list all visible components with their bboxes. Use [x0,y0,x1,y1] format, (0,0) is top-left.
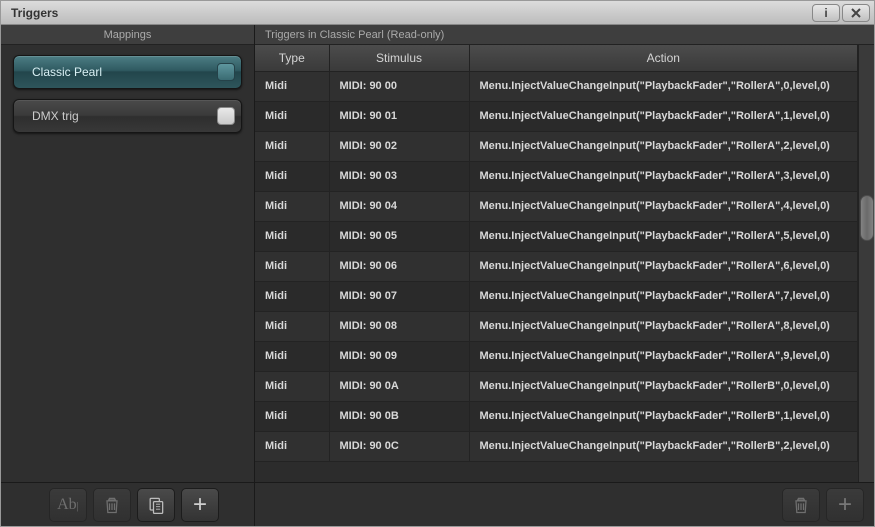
cell-type: Midi [255,371,329,401]
col-action[interactable]: Action [469,45,858,71]
cell-action: Menu.InjectValueChangeInput("PlaybackFad… [469,131,858,161]
table-row[interactable]: MidiMIDI: 90 01Menu.InjectValueChangeInp… [255,101,858,131]
cell-stimulus: MIDI: 90 0C [329,431,469,461]
copy-mapping-button[interactable] [137,488,175,522]
cell-type: Midi [255,161,329,191]
cell-stimulus: MIDI: 90 04 [329,191,469,221]
copy-icon [146,495,166,515]
mappings-header: Mappings [1,25,254,45]
scrollbar-thumb[interactable] [860,195,874,241]
table-row[interactable]: MidiMIDI: 90 06Menu.InjectValueChangeInp… [255,251,858,281]
cell-action: Menu.InjectValueChangeInput("PlaybackFad… [469,161,858,191]
titlebar: Triggers i [1,1,874,25]
cell-type: Midi [255,71,329,101]
cell-action: Menu.InjectValueChangeInput("PlaybackFad… [469,101,858,131]
mapping-item-classic-pearl[interactable]: Classic Pearl [13,55,242,89]
cell-type: Midi [255,191,329,221]
cell-stimulus: MIDI: 90 05 [329,221,469,251]
cell-stimulus: MIDI: 90 02 [329,131,469,161]
table-row[interactable]: MidiMIDI: 90 03Menu.InjectValueChangeInp… [255,161,858,191]
cell-stimulus: MIDI: 90 06 [329,251,469,281]
mapping-chip [217,63,235,81]
cell-action: Menu.InjectValueChangeInput("PlaybackFad… [469,221,858,251]
close-icon [850,7,862,19]
window-title: Triggers [11,6,58,20]
triggers-header: Triggers in Classic Pearl (Read-only) [255,25,874,45]
table-row[interactable]: MidiMIDI: 90 00Menu.InjectValueChangeInp… [255,71,858,101]
delete-mapping-button[interactable] [93,488,131,522]
col-stimulus[interactable]: Stimulus [329,45,469,71]
mapping-label: DMX trig [32,109,79,123]
cell-action: Menu.InjectValueChangeInput("PlaybackFad… [469,281,858,311]
delete-trigger-button[interactable] [782,488,820,522]
table-header-row: Type Stimulus Action [255,45,858,71]
table-row[interactable]: MidiMIDI: 90 02Menu.InjectValueChangeInp… [255,131,858,161]
table-row[interactable]: MidiMIDI: 90 0BMenu.InjectValueChangeInp… [255,401,858,431]
cell-stimulus: MIDI: 90 09 [329,341,469,371]
info-icon: i [824,6,827,20]
cell-type: Midi [255,341,329,371]
cell-type: Midi [255,431,329,461]
cell-stimulus: MIDI: 90 08 [329,311,469,341]
mappings-panel: Mappings Classic Pearl DMX trig Ab| [1,25,255,526]
cell-stimulus: MIDI: 90 07 [329,281,469,311]
cell-action: Menu.InjectValueChangeInput("PlaybackFad… [469,191,858,221]
table-row[interactable]: MidiMIDI: 90 05Menu.InjectValueChangeInp… [255,221,858,251]
mapping-item-dmx-trig[interactable]: DMX trig [13,99,242,133]
triggers-table: Type Stimulus Action MidiMIDI: 90 00Menu… [255,45,858,482]
trash-icon [102,495,122,515]
mappings-toolbar: Ab| + [1,482,254,526]
table-row[interactable]: MidiMIDI: 90 0AMenu.InjectValueChangeInp… [255,371,858,401]
cell-stimulus: MIDI: 90 00 [329,71,469,101]
mappings-list: Classic Pearl DMX trig [1,45,254,482]
table-row[interactable]: MidiMIDI: 90 04Menu.InjectValueChangeInp… [255,191,858,221]
cell-stimulus: MIDI: 90 03 [329,161,469,191]
table-row[interactable]: MidiMIDI: 90 08Menu.InjectValueChangeInp… [255,311,858,341]
plus-icon: + [193,493,207,517]
cell-stimulus: MIDI: 90 0B [329,401,469,431]
cell-stimulus: MIDI: 90 0A [329,371,469,401]
cell-action: Menu.InjectValueChangeInput("PlaybackFad… [469,71,858,101]
cell-type: Midi [255,221,329,251]
cell-type: Midi [255,251,329,281]
add-mapping-button[interactable]: + [181,488,219,522]
table-row[interactable]: MidiMIDI: 90 07Menu.InjectValueChangeInp… [255,281,858,311]
cell-type: Midi [255,281,329,311]
cell-action: Menu.InjectValueChangeInput("PlaybackFad… [469,431,858,461]
cell-stimulus: MIDI: 90 01 [329,101,469,131]
table-row[interactable]: MidiMIDI: 90 0CMenu.InjectValueChangeInp… [255,431,858,461]
rename-button[interactable]: Ab| [49,488,87,522]
triggers-panel: Triggers in Classic Pearl (Read-only) Ty… [255,25,874,526]
cell-action: Menu.InjectValueChangeInput("PlaybackFad… [469,341,858,371]
cell-type: Midi [255,101,329,131]
cell-type: Midi [255,131,329,161]
triggers-toolbar: + [255,482,874,526]
col-type[interactable]: Type [255,45,329,71]
cell-type: Midi [255,401,329,431]
info-button[interactable]: i [812,4,840,22]
vertical-scrollbar[interactable] [858,45,874,482]
trash-icon [791,495,811,515]
table-row[interactable]: MidiMIDI: 90 09Menu.InjectValueChangeInp… [255,341,858,371]
triggers-window: Triggers i Mappings Classic Pearl DMX tr… [0,0,875,527]
mapping-label: Classic Pearl [32,65,102,79]
add-trigger-button[interactable]: + [826,488,864,522]
close-button[interactable] [842,4,870,22]
plus-icon: + [838,493,852,517]
cell-action: Menu.InjectValueChangeInput("PlaybackFad… [469,401,858,431]
mapping-chip [217,107,235,125]
cell-type: Midi [255,311,329,341]
cell-action: Menu.InjectValueChangeInput("PlaybackFad… [469,371,858,401]
cell-action: Menu.InjectValueChangeInput("PlaybackFad… [469,311,858,341]
rename-icon: Ab| [57,496,79,514]
cell-action: Menu.InjectValueChangeInput("PlaybackFad… [469,251,858,281]
